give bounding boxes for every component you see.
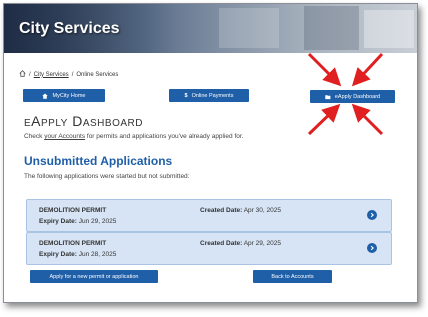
mycity-home-button[interactable]: MyCity Home bbox=[23, 89, 105, 102]
online-payments-label: Online Payments bbox=[191, 92, 234, 99]
back-to-accounts-button[interactable]: Back to Accounts bbox=[253, 270, 332, 283]
created-date: Created Date: Apr 30, 2025 bbox=[200, 207, 281, 214]
breadcrumb-separator: / bbox=[29, 71, 31, 78]
mycity-home-label: MyCity Home bbox=[52, 92, 86, 99]
online-payments-button[interactable]: $ Online Payments bbox=[169, 89, 249, 102]
banner-image-window bbox=[304, 6, 359, 50]
home-icon[interactable] bbox=[19, 70, 26, 79]
chevron-right-icon[interactable] bbox=[367, 210, 377, 220]
arrow-icon bbox=[351, 52, 384, 87]
subtitle-text: for permits and applications you've alre… bbox=[86, 133, 244, 140]
home-icon bbox=[42, 92, 49, 99]
arrow-icon bbox=[307, 52, 342, 87]
banner-image-window bbox=[364, 10, 414, 48]
arrow-icon bbox=[351, 103, 384, 136]
breadcrumb: / City Services / Online Services bbox=[19, 70, 118, 79]
unsubmitted-description: The following applications were started … bbox=[24, 173, 190, 180]
apply-new-button[interactable]: Apply for a new permit or application bbox=[30, 270, 158, 283]
page-subtitle: Check your Accounts for permits and appl… bbox=[24, 133, 244, 140]
eapply-dashboard-label: eApply Dashboard bbox=[334, 93, 381, 100]
created-date: Created Date: Apr 29, 2025 bbox=[200, 240, 281, 247]
breadcrumb-separator: / bbox=[71, 71, 74, 78]
application-card[interactable]: DEMOLITION PERMIT Expiry Date: Jun 28, 2… bbox=[26, 232, 392, 265]
application-card[interactable]: DEMOLITION PERMIT Expiry Date: Jun 29, 2… bbox=[26, 199, 392, 232]
dollar-icon: $ bbox=[184, 92, 188, 99]
expiry-date: Expiry Date: Jun 29, 2025 bbox=[39, 218, 117, 225]
arrow-icon bbox=[307, 103, 341, 136]
application-name: DEMOLITION PERMIT bbox=[39, 207, 107, 214]
browser-frame: City Services / City Services / Online S… bbox=[3, 3, 418, 303]
eapply-dashboard-button[interactable]: eApply Dashboard bbox=[310, 90, 395, 103]
page-title: eApply Dashboard bbox=[24, 113, 143, 129]
unsubmitted-heading: Unsubmitted Applications bbox=[24, 154, 173, 168]
expiry-date: Expiry Date: Jun 28, 2025 bbox=[39, 251, 117, 258]
chevron-right-icon[interactable] bbox=[367, 243, 377, 253]
breadcrumb-current: Online Services bbox=[76, 71, 119, 78]
site-title: City Services bbox=[19, 20, 120, 37]
application-name: DEMOLITION PERMIT bbox=[39, 240, 107, 247]
breadcrumb-city-services[interactable]: City Services bbox=[34, 72, 69, 78]
your-accounts-link[interactable]: your Accounts bbox=[44, 133, 85, 140]
banner-image-window bbox=[219, 8, 279, 48]
subtitle-text: Check bbox=[24, 133, 43, 140]
header-banner: City Services bbox=[4, 4, 417, 53]
folder-open-icon bbox=[325, 94, 331, 99]
